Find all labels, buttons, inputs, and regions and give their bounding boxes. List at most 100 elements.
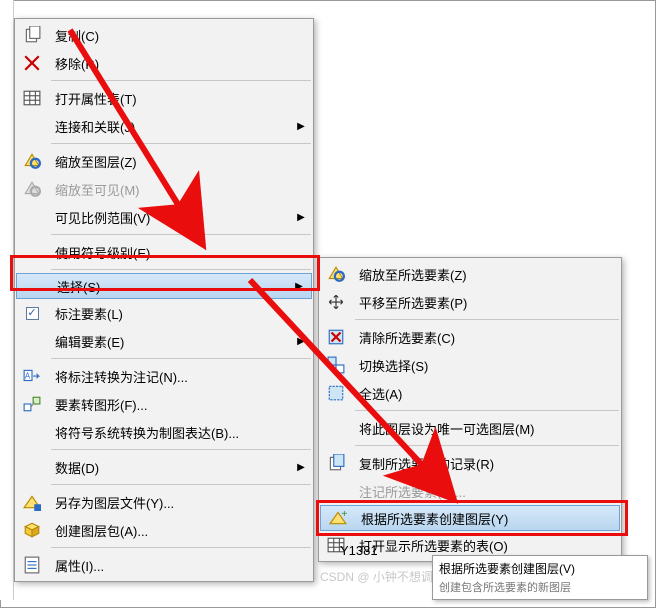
menu-item-label: 将此图层设为唯一可选图层(M) — [353, 419, 615, 438]
svg-text:A: A — [25, 371, 31, 380]
menu-separator — [51, 234, 311, 235]
menu-item[interactable]: 打开属性表(T) — [15, 84, 313, 112]
submenu-arrow-icon: ▶ — [295, 212, 307, 223]
menu-item-label: 标注要素(L) — [49, 304, 307, 323]
menu-item-label: 将符号系统转换为制图表达(B)... — [49, 423, 307, 442]
menu-item[interactable]: 标注要素(L) — [15, 299, 313, 327]
feature-to-graphic-icon — [15, 390, 49, 418]
menu-item[interactable]: 选择(S)▶ — [16, 273, 312, 299]
menu-item[interactable]: 将符号系统转换为制图表达(B)... — [15, 418, 313, 446]
menu-separator — [355, 410, 619, 411]
menu-item-label: 另存为图层文件(Y)... — [49, 493, 307, 512]
menu-item[interactable]: 平移至所选要素(P) — [319, 288, 621, 316]
menu-item[interactable]: 数据(D)▶ — [15, 453, 313, 481]
copy-records-icon — [319, 449, 353, 477]
menu-item-label: 复制所选要素的记录(R) — [353, 454, 615, 473]
menu-item-label: 复制(C) — [49, 26, 307, 45]
submenu-arrow-icon: ▶ — [295, 336, 307, 347]
menu-item-label: 数据(D) — [49, 458, 295, 477]
menu-separator — [51, 484, 311, 485]
remove-icon — [15, 49, 49, 77]
menu-item-label: 打开显示所选要素的表(O) — [353, 536, 615, 555]
blank-icon — [15, 203, 49, 231]
menu-separator — [51, 547, 311, 548]
tooltip: 根据所选要素创建图层(V) 创建包含所选要素的新图层 — [432, 555, 648, 600]
menu-item: 注记所选要素(N)... — [319, 477, 621, 505]
menu-item[interactable]: 创建图层包(A)... — [15, 516, 313, 544]
menu-separator — [51, 449, 311, 450]
menu-item[interactable]: 编辑要素(E)▶ — [15, 327, 313, 355]
blank-icon — [15, 418, 49, 446]
menu-separator — [51, 143, 311, 144]
menu-item[interactable]: 连接和关联(J)▶ — [15, 112, 313, 140]
menu-item[interactable]: 复制(C) — [15, 21, 313, 49]
table-icon — [15, 84, 49, 112]
select-all-icon — [319, 379, 353, 407]
zoom-layer-icon — [15, 147, 49, 175]
tooltip-title: 根据所选要素创建图层(V) — [439, 560, 641, 577]
blank-icon — [15, 327, 49, 355]
menu-item[interactable]: 要素转图形(F)... — [15, 390, 313, 418]
select-submenu: 缩放至所选要素(Z) 平移至所选要素(P) 清除所选要素(C) 切换选择(S) 全选(A… — [318, 257, 622, 562]
menu-item-label: 打开属性表(T) — [49, 89, 307, 108]
menu-item-label: 使用符号级别(E) — [49, 243, 307, 262]
blank-icon — [319, 414, 353, 442]
menu-item-label: 全选(A) — [353, 384, 615, 403]
menu-item[interactable]: 属性(I)... — [15, 551, 313, 579]
pan-icon — [319, 288, 353, 316]
menu-item-label: 移除(R) — [49, 54, 307, 73]
clear-selection-icon — [319, 323, 353, 351]
menu-item-label: 缩放至所选要素(Z) — [353, 265, 615, 284]
blank-icon — [319, 477, 353, 505]
tooltip-desc: 创建包含所选要素的新图层 — [439, 579, 641, 595]
checkbox-icon — [15, 299, 49, 327]
menu-item-label: 创建图层包(A)... — [49, 521, 307, 540]
create-layer-icon: + — [321, 504, 355, 532]
menu-item-label: 将标注转换为注记(N)... — [49, 367, 307, 386]
menu-item-label: 编辑要素(E) — [49, 332, 295, 351]
copy-icon — [15, 21, 49, 49]
menu-item[interactable]: 缩放至所选要素(Z) — [319, 260, 621, 288]
menu-item-label: 选择(S) — [51, 277, 293, 296]
menu-item-label: 连接和关联(J) — [49, 117, 295, 136]
menu-item[interactable]: 将此图层设为唯一可选图层(M) — [319, 414, 621, 442]
svg-text:+: + — [341, 509, 347, 520]
layer-package-icon — [15, 516, 49, 544]
convert-label-icon: A — [15, 362, 49, 390]
submenu-arrow-icon: ▶ — [295, 121, 307, 132]
zoom-visible-icon — [15, 175, 49, 203]
menu-item-label: 清除所选要素(C) — [353, 328, 615, 347]
menu-item[interactable]: 移除(R) — [15, 49, 313, 77]
menu-item[interactable]: 使用符号级别(E) — [15, 238, 313, 266]
menu-item[interactable]: + 根据所选要素创建图层(Y) — [320, 505, 620, 531]
menu-item[interactable]: 复制所选要素的记录(R) — [319, 449, 621, 477]
menu-item-label: 可见比例范围(V) — [49, 208, 295, 227]
toc-strip — [0, 0, 14, 600]
menu-item[interactable]: 另存为图层文件(Y)... — [15, 488, 313, 516]
menu-item-label: 注记所选要素(N)... — [353, 482, 615, 501]
menu-item[interactable]: 缩放至图层(Z) — [15, 147, 313, 175]
map-feature-label: Y1381 — [340, 543, 378, 558]
menu-item-label: 根据所选要素创建图层(Y) — [355, 509, 613, 528]
menu-item-label: 缩放至图层(Z) — [49, 152, 307, 171]
blank-icon — [17, 272, 51, 300]
blank-icon — [15, 112, 49, 140]
submenu-arrow-icon: ▶ — [293, 281, 305, 292]
menu-item-label: 平移至所选要素(P) — [353, 293, 615, 312]
menu-separator — [51, 269, 311, 270]
menu-item[interactable]: 全选(A) — [319, 379, 621, 407]
menu-item-label: 属性(I)... — [49, 556, 307, 575]
menu-item[interactable]: A 将标注转换为注记(N)... — [15, 362, 313, 390]
properties-icon — [15, 551, 49, 579]
blank-icon — [15, 453, 49, 481]
menu-separator — [51, 358, 311, 359]
menu-separator — [355, 445, 619, 446]
menu-item-label: 要素转图形(F)... — [49, 395, 307, 414]
menu-separator — [355, 319, 619, 320]
menu-item[interactable]: 清除所选要素(C) — [319, 323, 621, 351]
menu-item[interactable]: 切换选择(S) — [319, 351, 621, 379]
context-menu: 复制(C)移除(R)打开属性表(T)连接和关联(J)▶缩放至图层(Z)缩放至可见… — [14, 18, 314, 582]
menu-item-label: 缩放至可见(M) — [49, 180, 307, 199]
menu-item[interactable]: 可见比例范围(V)▶ — [15, 203, 313, 231]
menu-item: 缩放至可见(M) — [15, 175, 313, 203]
